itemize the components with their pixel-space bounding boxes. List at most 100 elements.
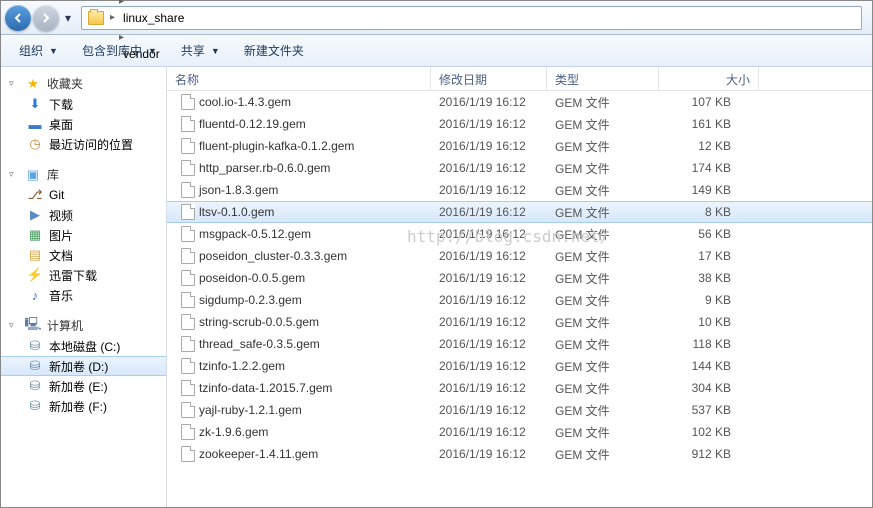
file-icon bbox=[181, 358, 195, 374]
file-icon bbox=[181, 116, 195, 132]
favorites-header[interactable]: ▿★收藏夹 bbox=[1, 73, 166, 94]
file-icon bbox=[181, 446, 195, 462]
sidebar-item[interactable]: ▦ 图片 bbox=[1, 225, 166, 245]
sidebar-item-label: 最近访问的位置 bbox=[49, 136, 133, 153]
file-name: zk-1.9.6.gem bbox=[167, 424, 431, 440]
down-icon: ⬇ bbox=[27, 96, 43, 112]
sidebar-item[interactable]: ⛁新加卷 (D:) bbox=[1, 356, 166, 376]
file-row[interactable]: zookeeper-1.4.11.gem2016/1/19 16:12GEM 文… bbox=[167, 443, 872, 465]
file-name: fluentd-0.12.19.gem bbox=[167, 116, 431, 132]
sidebar-item[interactable]: ⬇ 下载 bbox=[1, 94, 166, 114]
file-size: 144 KB bbox=[659, 359, 759, 373]
file-size: 38 KB bbox=[659, 271, 759, 285]
share-button[interactable]: 共享▼ bbox=[171, 39, 230, 62]
file-row[interactable]: json-1.8.3.gem2016/1/19 16:12GEM 文件149 K… bbox=[167, 179, 872, 201]
file-row[interactable]: msgpack-0.5.12.gem2016/1/19 16:12GEM 文件5… bbox=[167, 223, 872, 245]
libraries-group: ▿▣库 ⎇Git▶视频 ▦ 图片▤文档 ⚡ 迅雷下载♪音乐 bbox=[1, 164, 166, 305]
file-type: GEM 文件 bbox=[547, 270, 659, 287]
sidebar-item[interactable]: ▬ 桌面 bbox=[1, 114, 166, 134]
file-size: 102 KB bbox=[659, 425, 759, 439]
libraries-header[interactable]: ▿▣库 bbox=[1, 164, 166, 185]
file-row[interactable]: tzinfo-1.2.2.gem2016/1/19 16:12GEM 文件144… bbox=[167, 355, 872, 377]
file-row[interactable]: yajl-ruby-1.2.1.gem2016/1/19 16:12GEM 文件… bbox=[167, 399, 872, 421]
file-name: ltsv-0.1.0.gem bbox=[167, 204, 431, 220]
video-icon: ▶ bbox=[27, 207, 43, 223]
file-date: 2016/1/19 16:12 bbox=[431, 425, 547, 439]
file-date: 2016/1/19 16:12 bbox=[431, 227, 547, 241]
file-row[interactable]: string-scrub-0.0.5.gem2016/1/19 16:12GEM… bbox=[167, 311, 872, 333]
file-name: thread_safe-0.3.5.gem bbox=[167, 336, 431, 352]
navigation-bar: ▾ ▸ 计算机▸新加卷 (D:)▸linux_share▸vendor▸cach… bbox=[1, 1, 872, 35]
column-type[interactable]: 类型 bbox=[547, 67, 659, 90]
desktop-icon: ▬ bbox=[27, 116, 43, 132]
column-date[interactable]: 修改日期 bbox=[431, 67, 547, 90]
sidebar-item[interactable]: ▤文档 bbox=[1, 245, 166, 265]
column-name[interactable]: 名称 bbox=[167, 67, 431, 90]
sidebar-item[interactable]: ⛁本地磁盘 (C:) bbox=[1, 336, 166, 356]
file-row[interactable]: cool.io-1.4.3.gem2016/1/19 16:12GEM 文件10… bbox=[167, 91, 872, 113]
file-name: sigdump-0.2.3.gem bbox=[167, 292, 431, 308]
file-size: 10 KB bbox=[659, 315, 759, 329]
address-bar[interactable]: ▸ 计算机▸新加卷 (D:)▸linux_share▸vendor▸cache bbox=[81, 6, 862, 30]
file-type: GEM 文件 bbox=[547, 160, 659, 177]
sidebar-item[interactable]: ⚡ 迅雷下载 bbox=[1, 265, 166, 285]
thunder-icon: ⚡ bbox=[27, 267, 43, 283]
file-size: 12 KB bbox=[659, 139, 759, 153]
sidebar-item[interactable]: ♪音乐 bbox=[1, 285, 166, 305]
column-size[interactable]: 大小 bbox=[659, 67, 759, 90]
doc-icon: ▤ bbox=[27, 247, 43, 263]
sidebar-item[interactable]: ▶视频 bbox=[1, 205, 166, 225]
breadcrumb-2[interactable]: linux_share bbox=[117, 7, 190, 29]
sidebar-item-label: 新加卷 (E:) bbox=[49, 378, 108, 395]
file-type: GEM 文件 bbox=[547, 248, 659, 265]
file-type: GEM 文件 bbox=[547, 314, 659, 331]
file-row[interactable]: zk-1.9.6.gem2016/1/19 16:12GEM 文件102 KB bbox=[167, 421, 872, 443]
file-row[interactable]: poseidon-0.0.5.gem2016/1/19 16:12GEM 文件3… bbox=[167, 267, 872, 289]
sidebar-item-label: 新加卷 (F:) bbox=[49, 398, 107, 415]
file-date: 2016/1/19 16:12 bbox=[431, 161, 547, 175]
file-name: http_parser.rb-0.6.0.gem bbox=[167, 160, 431, 176]
file-icon bbox=[181, 380, 195, 396]
new-folder-button[interactable]: 新建文件夹 bbox=[234, 39, 314, 62]
file-type: GEM 文件 bbox=[547, 138, 659, 155]
file-row[interactable]: thread_safe-0.3.5.gem2016/1/19 16:12GEM … bbox=[167, 333, 872, 355]
file-row[interactable]: http_parser.rb-0.6.0.gem2016/1/19 16:12G… bbox=[167, 157, 872, 179]
sidebar-item[interactable]: ⛁新加卷 (E:) bbox=[1, 376, 166, 396]
file-type: GEM 文件 bbox=[547, 226, 659, 243]
file-date: 2016/1/19 16:12 bbox=[431, 315, 547, 329]
file-icon bbox=[181, 336, 195, 352]
history-dropdown[interactable]: ▾ bbox=[61, 7, 75, 29]
back-button[interactable] bbox=[5, 5, 31, 31]
sidebar-item[interactable]: ◷最近访问的位置 bbox=[1, 134, 166, 154]
file-type: GEM 文件 bbox=[547, 336, 659, 353]
computer-header[interactable]: ▿🖳计算机 bbox=[1, 315, 166, 336]
file-row[interactable]: sigdump-0.2.3.gem2016/1/19 16:12GEM 文件9 … bbox=[167, 289, 872, 311]
file-name: fluent-plugin-kafka-0.1.2.gem bbox=[167, 138, 431, 154]
include-in-library-button[interactable]: 包含到库中▼ bbox=[72, 39, 167, 62]
sidebar-item-label: 迅雷下载 bbox=[49, 267, 97, 284]
file-size: 8 KB bbox=[659, 205, 759, 219]
file-row[interactable]: poseidon_cluster-0.3.3.gem2016/1/19 16:1… bbox=[167, 245, 872, 267]
file-row[interactable]: fluent-plugin-kafka-0.1.2.gem2016/1/19 1… bbox=[167, 135, 872, 157]
forward-button[interactable] bbox=[33, 5, 59, 31]
sidebar-item-label: 下载 bbox=[49, 96, 73, 113]
file-size: 9 KB bbox=[659, 293, 759, 307]
file-list: 名称 修改日期 类型 大小 cool.io-1.4.3.gem2016/1/19… bbox=[167, 67, 872, 507]
chevron-right-icon: ▸ bbox=[108, 12, 117, 23]
sidebar-item-label: 音乐 bbox=[49, 287, 73, 304]
sidebar-item-label: 图片 bbox=[49, 227, 73, 244]
file-type: GEM 文件 bbox=[547, 380, 659, 397]
file-row[interactable]: tzinfo-data-1.2015.7.gem2016/1/19 16:12G… bbox=[167, 377, 872, 399]
sidebar-item[interactable]: ⛁新加卷 (F:) bbox=[1, 396, 166, 416]
organize-button[interactable]: 组织▼ bbox=[9, 39, 68, 62]
drive-icon: ⛁ bbox=[27, 358, 43, 374]
file-row[interactable]: ltsv-0.1.0.gem2016/1/19 16:12GEM 文件8 KB bbox=[167, 201, 872, 223]
sidebar-item[interactable]: ⎇Git bbox=[1, 185, 166, 205]
pic-icon: ▦ bbox=[27, 227, 43, 243]
file-size: 17 KB bbox=[659, 249, 759, 263]
file-row[interactable]: fluentd-0.12.19.gem2016/1/19 16:12GEM 文件… bbox=[167, 113, 872, 135]
sidebar-item-label: Git bbox=[49, 188, 64, 202]
sidebar-item-label: 桌面 bbox=[49, 116, 73, 133]
star-icon: ★ bbox=[25, 76, 41, 92]
file-type: GEM 文件 bbox=[547, 204, 659, 221]
